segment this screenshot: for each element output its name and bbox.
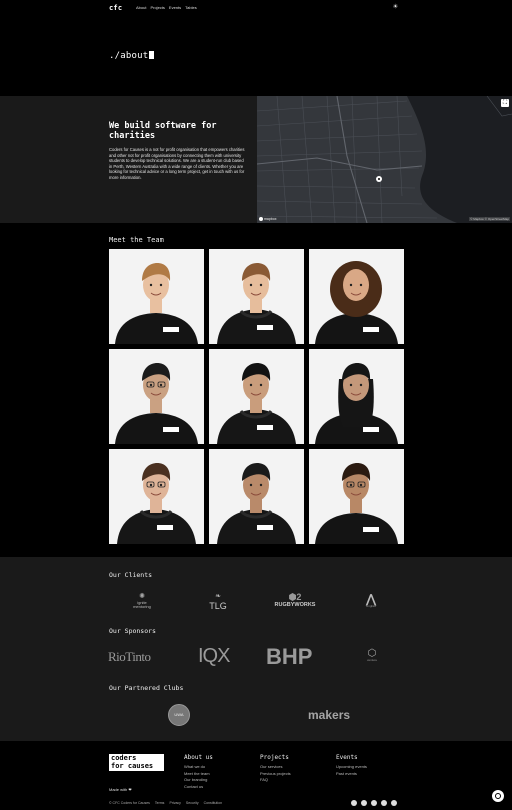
footer-col-title: About us [184,754,213,761]
team-member-photo [309,449,404,544]
footer-link[interactable]: FAQ [260,777,291,784]
nav-link-events[interactable]: Events [169,5,181,10]
team-title: Meet the Team [109,236,164,244]
team-member-photo [109,349,204,444]
sponsors-title: Our Sponsors [109,627,156,635]
nav-links: About Projects Events Tables [136,5,197,10]
team-member-photo [309,349,404,444]
footer-link[interactable]: Our services [260,764,291,771]
map-streets [257,96,512,223]
footer-col-projects: Projects Our services Previous projects … [260,754,291,784]
nav-link-projects[interactable]: Projects [150,5,164,10]
clients-section: Our Clients ✺ ignite mentoring ❧ TLG ⬢2 … [0,557,512,741]
page-title-text: ./about [109,51,149,61]
linkedin-icon[interactable] [381,800,387,806]
legal-links: © CFC Coders for Causes Terms Privacy Se… [109,801,222,805]
footer-link[interactable]: Upcoming events [336,764,367,771]
footer-logo-line2: for causes [111,761,154,770]
footer-logo[interactable]: coders for causes [109,754,164,771]
footer: coders for causes Made with ❤ About us W… [0,741,512,810]
legal-link-constitution[interactable]: Constitution [204,801,222,805]
footer-link[interactable]: What we do [184,764,213,771]
legal-link-privacy[interactable]: Privacy [169,801,180,805]
map-attribution[interactable]: © Mapbox © OpenStreetMap [469,217,510,221]
sponsor-logo-iqx[interactable]: IQX [198,645,230,668]
footer-col-title: Events [336,754,358,761]
nav-link-tables[interactable]: Tables [185,5,197,10]
sponsor-logo-riotinto[interactable]: RioTinto [108,649,151,665]
partner-logo-uwa[interactable]: UWA [168,704,190,726]
about-section: We build software for charities Coders f… [0,96,512,223]
discord-icon[interactable] [361,800,367,806]
site-logo[interactable]: cfc [109,4,122,12]
social-links [351,800,397,806]
footer-col-about: About us What we do Meet the team Our br… [184,754,213,790]
footer-link[interactable]: Past events [336,771,367,778]
footer-col-events: Events Upcoming events Past events [336,754,367,777]
team-member-photo [209,249,304,344]
footer-col-title: Projects [260,754,289,761]
top-nav: cfc About Projects Events Tables ☀ [0,0,512,18]
about-body: Coders for Causes is a not for profit or… [109,147,245,180]
made-with: Made with ❤ [109,787,132,792]
team-member-photo [209,449,304,544]
twitter-icon[interactable] [391,800,397,806]
sun-icon[interactable]: ☀ [393,3,398,11]
footer-link[interactable]: Our branding [184,777,213,784]
sponsor-logo-bhp[interactable]: BHP [266,644,312,670]
map-pin-icon[interactable] [376,176,382,182]
about-heading: We build software for charities [109,121,217,141]
partner-logo-makers[interactable]: makers [308,708,350,722]
legal-link-terms[interactable]: Terms [155,801,165,805]
team-member-photo [109,249,204,344]
team-grid [109,249,404,544]
github-icon[interactable] [351,800,357,806]
fullscreen-icon[interactable]: ⛶ [501,99,509,107]
footer-link[interactable]: Contact us [184,784,213,791]
team-member-photo [109,449,204,544]
messenger-chat-icon[interactable] [492,790,504,802]
client-logo-ignite[interactable]: ✺ ignite mentoring [128,593,156,609]
mapbox-logo: mapbox [259,217,276,221]
team-member-photo [209,349,304,444]
copyright: © CFC Coders for Causes [109,801,150,805]
client-logo-angliss[interactable]: ⋀ Angliss [359,593,383,608]
clients-title: Our Clients [109,571,153,579]
partners-title: Our Partnered Clubs [109,684,184,692]
nav-link-about[interactable]: About [136,5,146,10]
client-logo-rugbyworks[interactable]: ⬢2 RUGBYWORKS [270,593,320,609]
page-title: ./about [109,51,155,61]
footer-link[interactable]: Meet the team [184,771,213,778]
footer-link[interactable]: Previous projects [260,771,291,778]
team-member-photo [309,249,404,344]
sponsor-logo-venture[interactable]: ⬡ venture [362,649,382,662]
facebook-icon[interactable] [371,800,377,806]
cursor-block [149,51,155,59]
legal-link-security[interactable]: Security [186,801,199,805]
client-logo-tlg[interactable]: ❧ TLG [204,593,232,611]
map[interactable]: ⛶ mapbox © Mapbox © OpenStreetMap [257,96,512,223]
